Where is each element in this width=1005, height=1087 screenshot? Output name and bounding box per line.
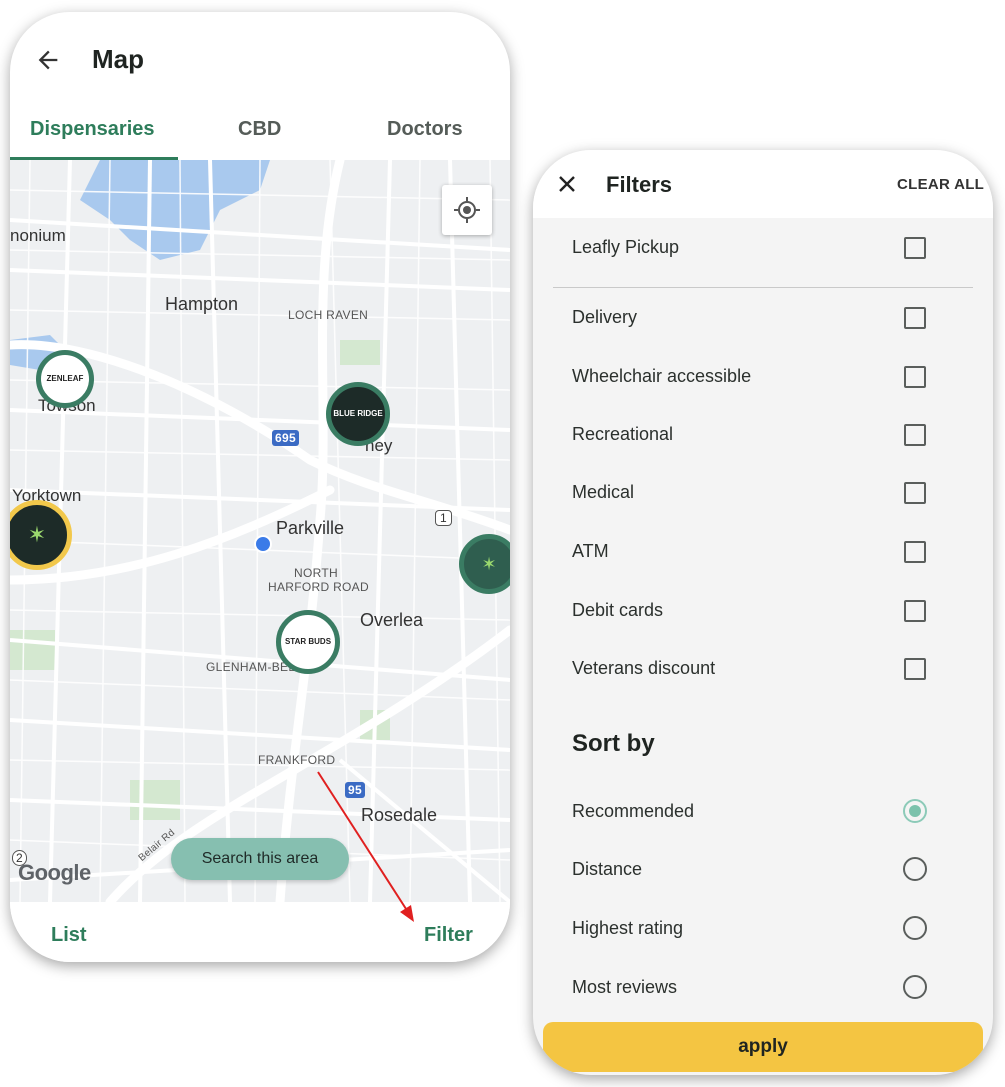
filter-row-atm[interactable]: ATM	[533, 526, 993, 576]
filters-header: Filters CLEAR ALL	[533, 150, 993, 218]
map-label-north-harford-1: NORTH	[294, 566, 338, 580]
filter-label: Debit cards	[572, 600, 664, 620]
my-location-button[interactable]	[442, 185, 492, 235]
checkbox[interactable]	[904, 541, 926, 563]
page-title: Map	[92, 44, 144, 74]
map-label-rosedale: Rosedale	[361, 805, 438, 825]
route-695-shield: 695	[272, 430, 299, 446]
crosshair-icon	[454, 197, 480, 223]
cannabis-leaf-icon: ✶	[27, 522, 47, 547]
app-bar: Map	[10, 12, 510, 102]
current-location-dot	[254, 535, 272, 553]
filter-row-medical[interactable]: Medical	[533, 467, 993, 517]
sort-row-distance[interactable]: Distance	[533, 844, 993, 894]
map-label-glenham: GLENHAM-BEL	[206, 660, 296, 674]
checkbox[interactable]	[904, 600, 926, 622]
radio[interactable]	[903, 857, 927, 881]
pin-star-buds[interactable]: STAR BUDS	[276, 610, 340, 674]
map-label-hampton: Hampton	[165, 294, 239, 314]
map-label-north-harford-2: HARFORD ROAD	[268, 580, 369, 594]
map-label-timonium: nonium	[10, 226, 66, 245]
filter-row-delivery[interactable]: Delivery	[533, 292, 993, 342]
sort-row-most-reviews[interactable]: Most reviews	[533, 962, 993, 1012]
close-icon[interactable]	[557, 174, 577, 194]
filter-row-leafly-pickup[interactable]: Leafly Pickup	[533, 222, 993, 272]
tab-cbd[interactable]: CBD	[238, 118, 281, 141]
pin-dispensary-edge[interactable]: ✶	[459, 534, 510, 594]
divider	[553, 287, 973, 288]
sort-label: Distance	[572, 859, 643, 879]
tab-dispensaries[interactable]: Dispensaries	[30, 118, 155, 141]
sort-label: Most reviews	[572, 977, 678, 997]
radio[interactable]	[903, 975, 927, 999]
map-label-overlea: Overlea	[360, 610, 424, 630]
tab-doctors[interactable]: Doctors	[387, 118, 463, 141]
map-view[interactable]: nonium Hampton LOCH RAVEN Towson ney Yor…	[10, 160, 510, 902]
checkbox[interactable]	[904, 482, 926, 504]
filter-row-wheelchair[interactable]: Wheelchair accessible	[533, 351, 993, 401]
sort-row-highest-rating[interactable]: Highest rating	[533, 903, 993, 953]
filters-screen: Filters CLEAR ALL Leafly Pickup Delivery…	[533, 150, 993, 1075]
checkbox[interactable]	[904, 366, 926, 388]
bottom-bar: List Filter	[10, 902, 510, 962]
pin-blue-ridge[interactable]: BLUE RIDGE	[326, 382, 390, 446]
sort-label: Highest rating	[572, 918, 684, 938]
route-1-shield: 1	[435, 510, 452, 526]
map-screen: Map Dispensaries CBD Doctors nonium Hamp…	[10, 12, 510, 962]
sort-label: Recommended	[572, 801, 695, 821]
filter-row-debit-cards[interactable]: Debit cards	[533, 585, 993, 635]
sort-by-heading: Sort by	[572, 730, 655, 757]
pin-star-buds-label: STAR BUDS	[284, 637, 332, 646]
filter-label: ATM	[572, 541, 609, 561]
checkbox[interactable]	[904, 237, 926, 259]
pin-blue-ridge-label: BLUE RIDGE	[333, 409, 383, 418]
tab-bar: Dispensaries CBD Doctors	[10, 108, 510, 160]
map-label-loch-raven: LOCH RAVEN	[288, 308, 369, 322]
radio-selected[interactable]	[903, 799, 927, 823]
map-roads	[10, 160, 510, 902]
search-this-area-button[interactable]: Search this area	[171, 838, 349, 880]
checkbox[interactable]	[904, 424, 926, 446]
map-label-parkville: Parkville	[276, 518, 345, 538]
checkbox[interactable]	[904, 658, 926, 680]
filter-button[interactable]: Filter	[424, 924, 473, 947]
filter-label: Leafly Pickup	[572, 237, 680, 257]
filter-label: Medical	[572, 482, 635, 502]
filter-label: Wheelchair accessible	[572, 366, 752, 386]
filter-row-recreational[interactable]: Recreational	[533, 409, 993, 459]
clear-all-button[interactable]: CLEAR ALL	[897, 176, 984, 193]
checkbox[interactable]	[904, 307, 926, 329]
filter-row-veterans-discount[interactable]: Veterans discount	[533, 643, 993, 693]
google-logo: Google	[18, 860, 91, 885]
list-button[interactable]: List	[51, 924, 87, 947]
pin-zenleaf[interactable]: ZENLEAF	[36, 350, 94, 408]
filter-label: Recreational	[572, 424, 674, 444]
sort-row-recommended[interactable]: Recommended	[533, 786, 993, 836]
filters-title: Filters	[606, 172, 673, 197]
filter-label: Veterans discount	[572, 658, 716, 678]
pin-zenleaf-label: ZENLEAF	[46, 374, 84, 383]
back-arrow-icon[interactable]	[34, 46, 62, 74]
radio[interactable]	[903, 916, 927, 940]
route-95-shield: 95	[345, 782, 365, 798]
apply-button[interactable]: apply	[543, 1022, 983, 1072]
filter-label: Delivery	[572, 307, 638, 327]
map-label-frankford: FRANKFORD	[258, 753, 336, 767]
leaf-icon: ✶	[481, 554, 497, 574]
